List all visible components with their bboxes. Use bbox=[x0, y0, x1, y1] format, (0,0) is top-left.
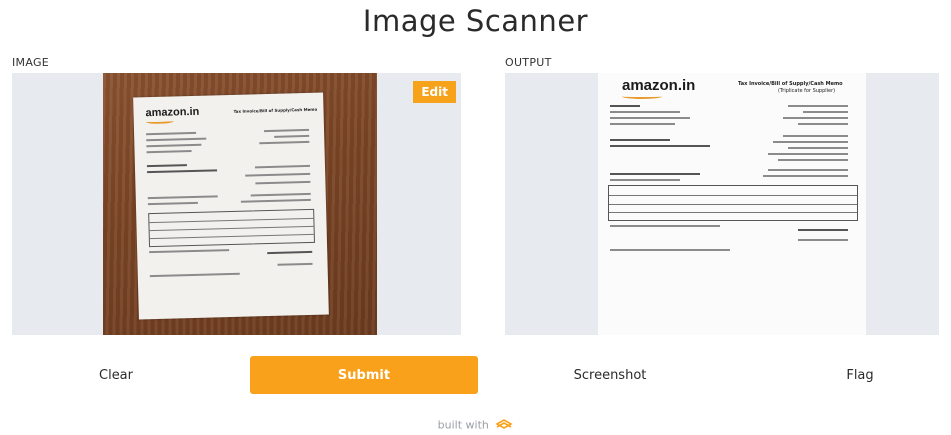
invoice-header: Tax Invoice/Bill of Supply/Cash Memo bbox=[233, 106, 318, 114]
amazon-logo: amazon.in bbox=[145, 106, 199, 125]
edit-button[interactable]: Edit bbox=[413, 81, 456, 103]
submit-button[interactable]: Submit bbox=[250, 356, 478, 394]
input-image-panel[interactable]: amazon.in Tax Invoice/Bill of Supply/Cas… bbox=[12, 73, 461, 335]
flag-button[interactable]: Flag bbox=[790, 356, 930, 394]
invoice-header-output: Tax Invoice/Bill of Supply/Cash Memo bbox=[738, 81, 843, 87]
input-label: IMAGE bbox=[12, 56, 50, 69]
output-label: OUTPUT bbox=[505, 56, 552, 69]
invoice-subheader-output: (Triplicate for Supplier) bbox=[778, 88, 836, 94]
output-document: amazon.in Tax Invoice/Bill of Supply/Cas… bbox=[598, 73, 866, 335]
output-image-panel: amazon.in Tax Invoice/Bill of Supply/Cas… bbox=[505, 73, 939, 335]
page-title: Image Scanner bbox=[362, 4, 589, 38]
input-photo: amazon.in Tax Invoice/Bill of Supply/Cas… bbox=[103, 73, 377, 335]
amazon-logo-output: amazon.in bbox=[622, 77, 695, 99]
screenshot-button[interactable]: Screenshot bbox=[540, 356, 680, 394]
footer: built with bbox=[0, 418, 951, 433]
clear-button[interactable]: Clear bbox=[46, 356, 186, 394]
photo-document: amazon.in Tax Invoice/Bill of Supply/Cas… bbox=[133, 92, 329, 320]
gradio-logo-icon[interactable] bbox=[495, 418, 513, 433]
footer-text: built with bbox=[437, 418, 489, 432]
